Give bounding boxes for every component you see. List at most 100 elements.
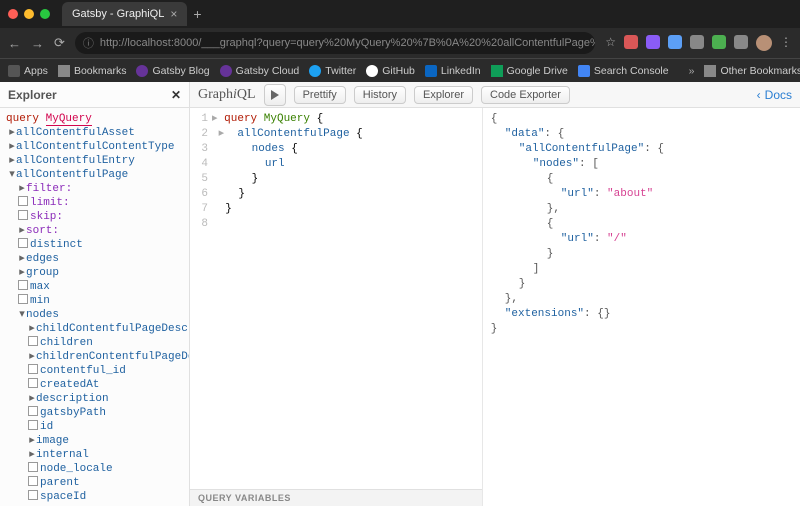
node-field[interactable]: parent — [2, 476, 187, 490]
root-field-open[interactable]: ▾allContentfulPage — [2, 168, 187, 182]
graphiql-logo: GraphiQL — [198, 87, 256, 103]
extension-icon[interactable] — [712, 35, 726, 49]
node-field[interactable]: contentful_id — [2, 364, 187, 378]
twitter-icon — [309, 65, 321, 77]
bookmark-link[interactable]: Search Console — [578, 65, 669, 77]
star-icon[interactable]: ☆ — [605, 35, 616, 51]
browser-tab[interactable]: Gatsby - GraphiQL × — [62, 2, 187, 26]
node-field[interactable]: ▸childContentfulPageDescriptionTextNode — [2, 322, 187, 336]
window-controls — [8, 9, 50, 19]
explorer-panel: Explorer ✕ query MyQuery ▸allContentfulA… — [0, 82, 190, 506]
query-line: query MyQuery — [2, 112, 187, 126]
root-field[interactable]: ▸allContentfulContentType — [2, 140, 187, 154]
node-field[interactable]: id — [2, 420, 187, 434]
node-field[interactable]: spaceId — [2, 490, 187, 504]
arg-field[interactable]: skip: — [2, 210, 187, 224]
play-icon — [270, 90, 280, 100]
node-field[interactable]: ▸image — [2, 434, 187, 448]
node-field[interactable]: ▸childrenContentfulPageDescriptionTextNo… — [2, 350, 187, 364]
node-field[interactable]: node_locale — [2, 462, 187, 476]
bookmark-link[interactable]: GitHub — [366, 65, 415, 77]
prettify-button[interactable]: Prettify — [294, 86, 346, 104]
code-content[interactable]: ▸ query MyQuery { ▸ allContentfulPage { … — [212, 112, 482, 489]
field[interactable]: ▸edges — [2, 252, 187, 266]
bookmark-folder[interactable]: Bookmarks — [58, 65, 127, 77]
close-tab-icon[interactable]: × — [170, 7, 177, 21]
reload-icon[interactable]: ⟳ — [54, 35, 65, 51]
linkedin-icon — [425, 65, 437, 77]
arg-field[interactable]: ▸sort: — [2, 224, 187, 238]
other-bookmarks[interactable]: Other Bookmarks — [704, 65, 800, 77]
minimize-window-icon[interactable] — [24, 9, 34, 19]
extension-icons: ☆ ⋮ — [605, 35, 792, 51]
root-field[interactable]: ▸allContentfulAsset — [2, 126, 187, 140]
nav-bar: ← → ⟳ ⓘ http://localhost:8000/___graphql… — [0, 28, 800, 58]
run-button[interactable] — [264, 84, 286, 106]
url-bar[interactable]: ⓘ http://localhost:8000/___graphql?query… — [75, 32, 595, 54]
gatsby-icon — [136, 65, 148, 77]
docs-button[interactable]: ‹Docs — [757, 88, 792, 102]
nodes-field-open[interactable]: ▾nodes — [2, 308, 187, 322]
gatsby-icon — [220, 65, 232, 77]
graphiql-app: Explorer ✕ query MyQuery ▸allContentfulA… — [0, 82, 800, 506]
apps-button[interactable]: Apps — [8, 65, 48, 77]
field[interactable]: min — [2, 294, 187, 308]
avatar-icon[interactable] — [756, 35, 772, 51]
folder-icon — [704, 65, 716, 77]
field[interactable]: max — [2, 280, 187, 294]
explorer-tree[interactable]: query MyQuery ▸allContentfulAsset ▸allCo… — [0, 108, 189, 506]
bookmark-link[interactable]: Gatsby Blog — [136, 65, 209, 77]
explorer-header: Explorer ✕ — [0, 82, 189, 108]
chevron-left-icon: ‹ — [757, 88, 761, 102]
search-console-icon — [578, 65, 590, 77]
arg-field[interactable]: ▸filter: — [2, 182, 187, 196]
explorer-button[interactable]: Explorer — [414, 86, 473, 104]
close-window-icon[interactable] — [8, 9, 18, 19]
apps-icon — [8, 65, 20, 77]
arg-field[interactable]: limit: — [2, 196, 187, 210]
github-icon — [366, 65, 378, 77]
extension-icon[interactable] — [646, 35, 660, 49]
node-field[interactable]: gatsbyPath — [2, 406, 187, 420]
forward-icon[interactable]: → — [31, 36, 44, 51]
tab-bar: Gatsby - GraphiQL × + — [0, 0, 800, 28]
drive-icon — [491, 65, 503, 77]
node-field[interactable]: ▸description — [2, 392, 187, 406]
site-info-icon: ⓘ — [83, 35, 94, 51]
toolbar: GraphiQL Prettify History Explorer Code … — [190, 82, 800, 108]
node-field[interactable]: createdAt — [2, 378, 187, 392]
new-tab-button[interactable]: + — [193, 6, 201, 22]
field[interactable]: ▸group — [2, 266, 187, 280]
panes: 12345678 ▸ query MyQuery { ▸ allContentf… — [190, 108, 800, 506]
url-text: http://localhost:8000/___graphql?query=q… — [100, 37, 595, 49]
extension-icon[interactable] — [624, 35, 638, 49]
code-exporter-button[interactable]: Code Exporter — [481, 86, 570, 104]
main-panel: GraphiQL Prettify History Explorer Code … — [190, 82, 800, 506]
bookmark-link[interactable]: Google Drive — [491, 65, 568, 77]
extension-icon[interactable] — [668, 35, 682, 49]
puzzle-icon[interactable] — [734, 35, 748, 49]
query-editor[interactable]: 12345678 ▸ query MyQuery { ▸ allContentf… — [190, 108, 483, 506]
line-gutter: 12345678 — [190, 112, 212, 489]
bookmark-link[interactable]: Gatsby Cloud — [220, 65, 300, 77]
bookmark-overflow[interactable]: » — [689, 65, 695, 77]
bookmark-link[interactable]: Twitter — [309, 65, 356, 77]
result-pane[interactable]: { "data": { "allContentfulPage": { "node… — [483, 108, 800, 506]
node-field[interactable]: ▸internal — [2, 448, 187, 462]
extension-icon[interactable] — [690, 35, 704, 49]
browser-chrome: Gatsby - GraphiQL × + ← → ⟳ ⓘ http://loc… — [0, 0, 800, 82]
explorer-title: Explorer — [8, 88, 57, 102]
tab-title: Gatsby - GraphiQL — [72, 8, 164, 20]
bookmark-link[interactable]: LinkedIn — [425, 65, 481, 77]
root-field[interactable]: ▸allContentfulEntry — [2, 154, 187, 168]
back-icon[interactable]: ← — [8, 36, 21, 51]
bookmark-bar: Apps Bookmarks Gatsby Blog Gatsby Cloud … — [0, 58, 800, 82]
history-button[interactable]: History — [354, 86, 406, 104]
node-field[interactable]: children — [2, 336, 187, 350]
query-variables-bar[interactable]: QUERY VARIABLES — [190, 489, 482, 506]
close-explorer-icon[interactable]: ✕ — [171, 88, 181, 102]
maximize-window-icon[interactable] — [40, 9, 50, 19]
field[interactable]: distinct — [2, 238, 187, 252]
folder-icon — [58, 65, 70, 77]
menu-icon[interactable]: ⋮ — [780, 35, 792, 51]
